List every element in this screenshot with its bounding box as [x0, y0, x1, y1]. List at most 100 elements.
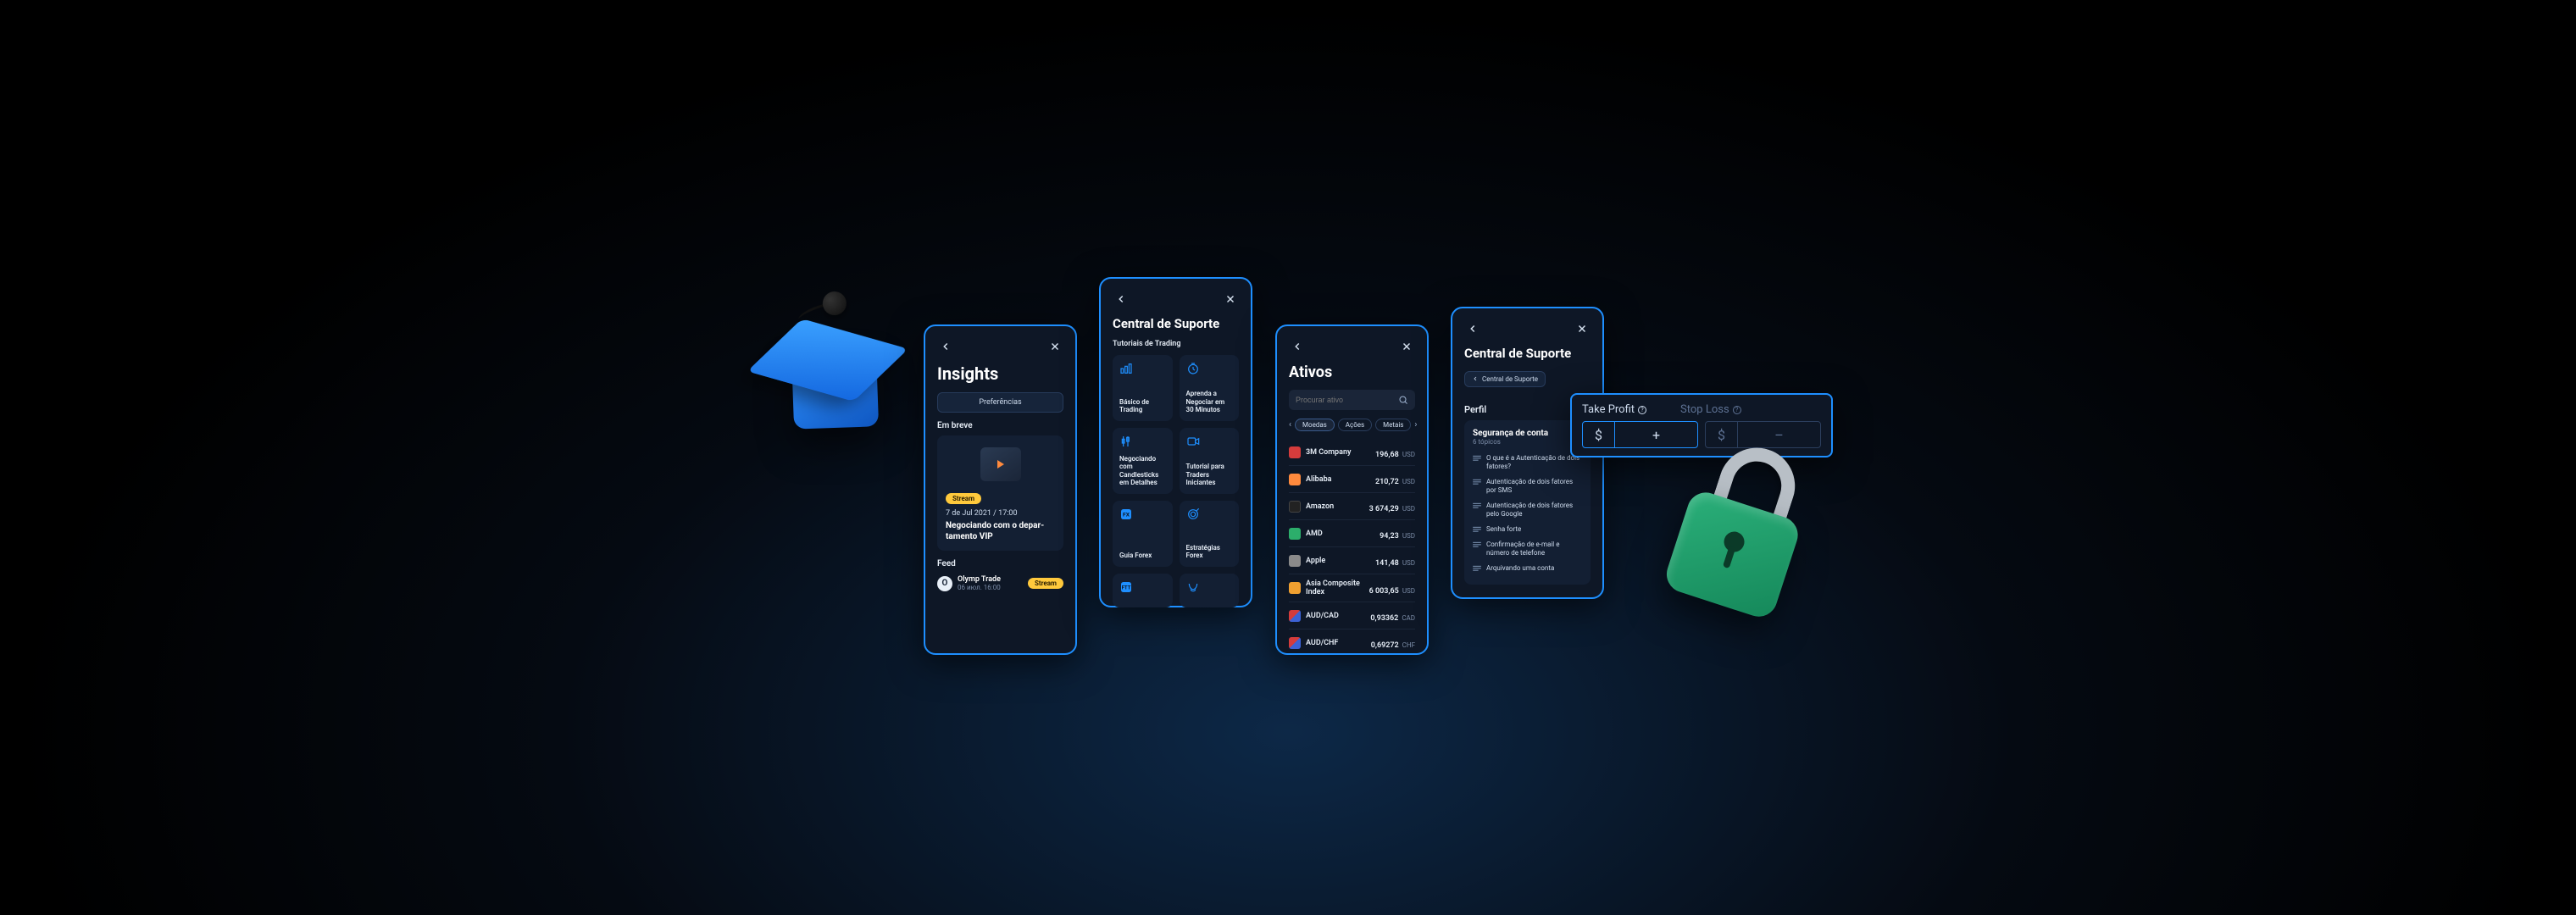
tutorial-tile-extra-1[interactable]: FTT — [1113, 574, 1173, 607]
asset-name: Asia Composite Index — [1306, 580, 1364, 596]
asset-name: AUD/CAD — [1306, 612, 1365, 620]
asset-search[interactable] — [1289, 390, 1415, 410]
asset-currency: CHF — [1402, 641, 1415, 649]
asset-currency: USD — [1402, 559, 1415, 567]
topic-item[interactable]: Autenticação de dois fatores pelo Google — [1473, 498, 1582, 522]
asset-row[interactable]: AMD 94,23USD — [1289, 520, 1415, 547]
asset-row[interactable]: Alibaba 210,72USD — [1289, 466, 1415, 493]
tabs-prev[interactable]: ‹ — [1289, 417, 1291, 432]
tutorial-tile-candles[interactable]: Negociando com Candlesticks em Detalhes — [1113, 428, 1173, 494]
page-title: Ativos — [1289, 363, 1415, 381]
back-button[interactable] — [1289, 338, 1306, 355]
preferences-button[interactable]: Preferências — [937, 392, 1063, 413]
back-button[interactable] — [1113, 291, 1130, 308]
close-button[interactable] — [1222, 291, 1239, 308]
asset-logo-icon — [1289, 501, 1301, 513]
topic-label: Autenticação de dois fatores por SMS — [1486, 478, 1582, 495]
asset-row[interactable]: 3M Company 196,68USD — [1289, 439, 1415, 466]
asset-row[interactable]: AUD/CHF 0,69272CHF — [1289, 629, 1415, 656]
tutorial-tile-30min[interactable]: Aprenda a Negociar em 30 Minutos — [1180, 355, 1240, 421]
target-icon — [1186, 507, 1200, 521]
asset-currency: USD — [1402, 478, 1415, 485]
soon-heading: Em breve — [937, 421, 1063, 430]
asset-logo-icon — [1289, 555, 1301, 567]
security-subtitle: 6 tópicos — [1473, 438, 1582, 446]
clock-icon — [1186, 362, 1200, 375]
take-profit-input[interactable]: $ + — [1582, 421, 1698, 448]
asset-price: 141,48 — [1375, 559, 1399, 568]
asset-row[interactable]: Amazon 3 674,29USD — [1289, 493, 1415, 520]
video-thumb-play-icon — [980, 447, 1021, 481]
page-title: Central de Suporte — [1464, 346, 1591, 361]
asset-logo-icon — [1289, 474, 1301, 485]
feed-heading: Feed — [937, 559, 1063, 568]
asset-logo-icon — [1289, 446, 1301, 458]
currency-symbol: $ — [1583, 422, 1615, 447]
close-button[interactable] — [1046, 338, 1063, 355]
back-button[interactable] — [1464, 320, 1481, 337]
asset-logo-icon — [1289, 610, 1301, 622]
tutorial-tile-beginners[interactable]: Tutorial para Traders Iniciantes — [1180, 428, 1240, 494]
doc-icon — [1473, 564, 1481, 573]
asset-currency: USD — [1402, 532, 1415, 540]
topic-label: Confirmação de e-mail e número de telefo… — [1486, 541, 1582, 557]
asset-currency: USD — [1402, 587, 1415, 595]
back-button[interactable] — [937, 338, 954, 355]
asset-price: 6 003,65 — [1369, 587, 1399, 596]
asset-row[interactable]: Asia Composite Index 6 003,65USD — [1289, 574, 1415, 602]
tab-metals[interactable]: Metais — [1375, 419, 1411, 431]
upcoming-stream-card[interactable]: Stream 7 de Jul 2021 / 17:00 Negociando … — [937, 435, 1063, 551]
help-icon[interactable]: ? — [1733, 406, 1741, 414]
asset-search-input[interactable] — [1296, 396, 1398, 404]
tutorial-tile-forex-strategies[interactable]: Estratégias Forex — [1180, 501, 1240, 567]
tutorial-tile-basics[interactable]: Básico de Trading — [1113, 355, 1173, 421]
category-tabs: ‹ Moedas Ações Metais › — [1289, 417, 1415, 432]
asset-list: 3M Company 196,68USD Alibaba 210,72USD A… — [1289, 439, 1415, 656]
asset-row[interactable]: Apple 141,48USD — [1289, 547, 1415, 574]
topic-item[interactable]: Confirmação de e-mail e número de telefo… — [1473, 537, 1582, 561]
topic-item[interactable]: O que é a Autenticação de dois fatores? — [1473, 451, 1582, 474]
svg-text:FTT: FTT — [1122, 585, 1131, 591]
video-icon — [1186, 435, 1200, 448]
asset-logo-icon — [1289, 637, 1301, 649]
ftt-badge-icon: FTT — [1119, 580, 1133, 594]
feed-timestamp: 06 июл. 16:00 — [958, 584, 1023, 591]
doc-icon — [1473, 502, 1481, 518]
asset-logo-icon — [1289, 582, 1301, 594]
tile-label: Guia Forex — [1119, 552, 1166, 560]
tab-currencies[interactable]: Moedas — [1295, 419, 1335, 431]
close-button[interactable] — [1574, 320, 1591, 337]
doc-icon — [1473, 541, 1481, 557]
topic-item[interactable]: Arquivando uma conta — [1473, 561, 1582, 576]
asset-name: Apple — [1306, 557, 1370, 565]
feed-item[interactable]: O Olymp Trade 06 июл. 16:00 Stream — [937, 575, 1063, 591]
plus-icon[interactable]: + — [1615, 422, 1697, 447]
close-button[interactable] — [1398, 338, 1415, 355]
tile-label: Tutorial para Traders Iniciantes — [1186, 463, 1233, 487]
avatar: O — [937, 576, 952, 591]
asset-name: AMD — [1306, 530, 1374, 538]
asset-logo-icon — [1289, 528, 1301, 540]
asset-row[interactable]: AUD/CAD 0,93362CAD — [1289, 602, 1415, 629]
asset-price: 0,69272 — [1371, 641, 1399, 650]
topic-item[interactable]: Autenticação de dois fatores por SMS — [1473, 474, 1582, 498]
tabs-next[interactable]: › — [1414, 417, 1417, 432]
tab-stocks[interactable]: Ações — [1338, 419, 1372, 431]
breadcrumb-label: Central de Suporte — [1482, 375, 1538, 383]
tutorial-tile-forex-guide[interactable]: FX Guia Forex — [1113, 501, 1173, 567]
tile-label: Básico de Trading — [1119, 398, 1166, 414]
search-icon — [1398, 395, 1408, 405]
topic-item[interactable]: Senha forte — [1473, 522, 1582, 537]
support-tutorials-panel: Central de Suporte Tutoriais de Trading … — [1099, 277, 1252, 607]
asset-currency: USD — [1402, 451, 1415, 458]
topic-label: Senha forte — [1486, 525, 1521, 534]
asset-name: 3M Company — [1306, 448, 1370, 457]
breadcrumb[interactable]: Central de Suporte — [1464, 371, 1546, 387]
feed-source: Olymp Trade — [958, 575, 1023, 584]
help-icon[interactable]: ? — [1638, 406, 1646, 414]
asset-name: AUD/CHF — [1306, 639, 1366, 647]
candlestick-icon — [1119, 435, 1133, 448]
padlock-icon — [1657, 430, 1829, 627]
tutorial-tile-extra-2[interactable] — [1180, 574, 1240, 607]
take-profit-label: Take Profit ? — [1582, 403, 1646, 416]
